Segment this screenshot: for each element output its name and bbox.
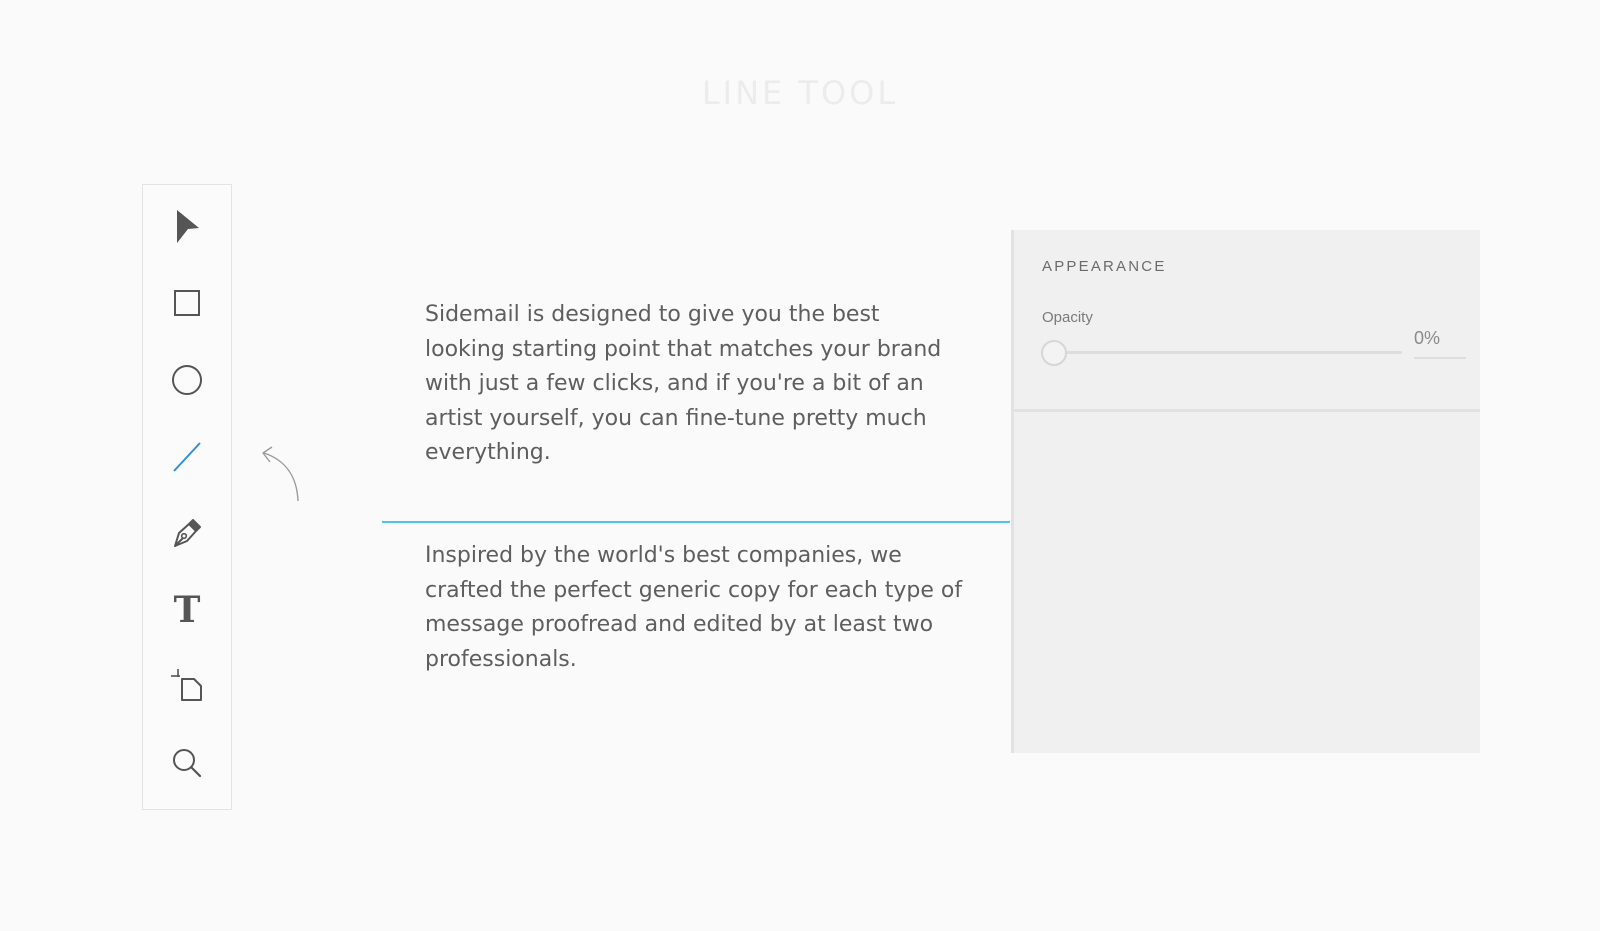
appearance-heading: APPEARANCE — [1042, 258, 1167, 275]
opacity-label: Opacity — [1042, 309, 1093, 326]
properties-panel: APPEARANCE Opacity — [1011, 230, 1480, 753]
rectangle-icon — [174, 290, 200, 316]
appearance-section: APPEARANCE Opacity — [1014, 230, 1480, 412]
curved-arrow-icon — [262, 446, 299, 502]
opacity-value-input[interactable] — [1414, 323, 1466, 359]
artboard-tool-button[interactable] — [143, 655, 231, 715]
paragraph-sidemail-intro: Sidemail is designed to give you the bes… — [425, 302, 942, 465]
rectangle-tool-button[interactable] — [143, 273, 231, 333]
ellipse-tool-button[interactable] — [143, 350, 231, 410]
paragraph-generic-copy: Inspired by the world's best companies, … — [425, 543, 963, 672]
select-tool-button[interactable] — [143, 197, 231, 257]
drawn-line-shape[interactable] — [382, 521, 1010, 523]
zoom-tool-button[interactable] — [143, 733, 231, 793]
pen-tool-button[interactable] — [143, 503, 231, 563]
artboard-icon — [171, 669, 202, 701]
arrow-pointer-icon — [177, 210, 199, 243]
page-title: LINE TOOL — [701, 74, 899, 112]
text-icon: T — [173, 589, 201, 631]
opacity-slider[interactable] — [1041, 340, 1402, 366]
opacity-slider-track — [1042, 351, 1402, 354]
opacity-slider-thumb[interactable] — [1041, 340, 1067, 366]
line-icon — [173, 442, 201, 472]
ellipse-icon — [172, 365, 202, 395]
magnifier-icon — [173, 749, 202, 778]
line-tool-button[interactable] — [143, 427, 231, 487]
tools-toolbar: T — [142, 184, 232, 810]
pen-icon — [174, 519, 201, 547]
text-tool-button[interactable]: T — [143, 580, 231, 640]
